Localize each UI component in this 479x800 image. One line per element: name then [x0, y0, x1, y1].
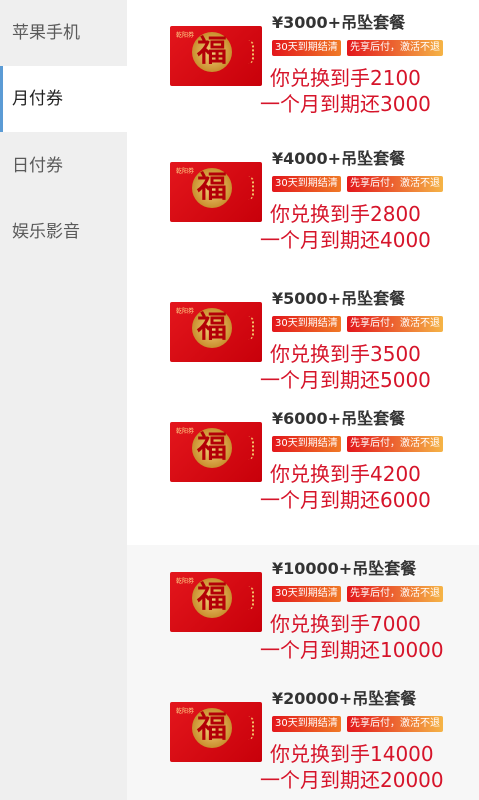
product-title: ¥4000+吊坠套餐 [272, 149, 406, 168]
pay-later-badge: 先享后付，激活不退 [347, 436, 443, 452]
sidebar-item-monthly-coupon[interactable]: 月付券 [0, 66, 127, 132]
pay-later-badge: 先享后付，激活不退 [347, 586, 443, 602]
product-card[interactable]: 乾阳券 福 ¥3000+吊坠套餐 30天到期结清 先享后付，激活不退 你兑换到手… [127, 4, 479, 134]
sidebar-item-apple-phone[interactable]: 苹果手机 [0, 0, 127, 66]
thumbnail-brand: 乾阳券 [176, 32, 195, 39]
sidebar-item-entertainment[interactable]: 娱乐影音 [0, 199, 127, 265]
fu-icon: 福 [192, 708, 232, 748]
redeem-amount-text: 你兑换到手4200 [270, 462, 421, 486]
sparkle-icon [238, 716, 254, 740]
thumbnail-brand: 乾阳券 [176, 428, 195, 435]
repay-amount-text: 一个月到期还20000 [260, 768, 444, 792]
pay-later-badge: 先享后付，激活不退 [347, 716, 443, 732]
pay-later-badge: 先享后付，激活不退 [347, 176, 443, 192]
thumbnail-brand: 乾阳券 [176, 708, 195, 715]
term-badge: 30天到期结清 [272, 436, 341, 452]
thumbnail-brand: 乾阳券 [176, 168, 195, 175]
product-title: ¥20000+吊坠套餐 [272, 689, 417, 708]
product-title: ¥5000+吊坠套餐 [272, 289, 406, 308]
sparkle-icon [238, 40, 254, 64]
sparkle-icon [238, 316, 254, 340]
fu-icon: 福 [192, 168, 232, 208]
repay-amount-text: 一个月到期还5000 [260, 368, 431, 392]
sparkle-icon [238, 176, 254, 200]
pay-later-badge: 先享后付，激活不退 [347, 40, 443, 56]
repay-amount-text: 一个月到期还10000 [260, 638, 444, 662]
product-card[interactable]: 乾阳券 福 ¥4000+吊坠套餐 30天到期结清 先享后付，激活不退 你兑换到手… [127, 140, 479, 270]
product-card[interactable]: 乾阳券 福 ¥10000+吊坠套餐 30天到期结清 先享后付，激活不退 你兑换到… [127, 550, 479, 680]
sparkle-icon [238, 586, 254, 610]
product-title: ¥10000+吊坠套餐 [272, 559, 417, 578]
sidebar-item-label: 月付券 [12, 89, 63, 109]
product-card[interactable]: 乾阳券 福 ¥6000+吊坠套餐 30天到期结清 先享后付，激活不退 你兑换到手… [127, 400, 479, 530]
fu-icon: 福 [192, 308, 232, 348]
repay-amount-text: 一个月到期还4000 [260, 228, 431, 252]
sidebar-item-daily-coupon[interactable]: 日付券 [0, 133, 127, 199]
product-thumbnail[interactable]: 乾阳券 福 [170, 302, 262, 362]
redeem-amount-text: 你兑换到手7000 [270, 612, 421, 636]
fu-icon: 福 [192, 428, 232, 468]
sidebar-item-label: 娱乐影音 [12, 222, 80, 242]
product-title: ¥6000+吊坠套餐 [272, 409, 406, 428]
product-title: ¥3000+吊坠套餐 [272, 13, 406, 32]
redeem-amount-text: 你兑换到手2100 [270, 66, 421, 90]
term-badge: 30天到期结清 [272, 40, 341, 56]
term-badge: 30天到期结清 [272, 716, 341, 732]
repay-amount-text: 一个月到期还6000 [260, 488, 431, 512]
product-card[interactable]: 乾阳券 福 ¥20000+吊坠套餐 30天到期结清 先享后付，激活不退 你兑换到… [127, 680, 479, 800]
sparkle-icon [238, 436, 254, 460]
sidebar-item-label: 苹果手机 [12, 23, 80, 43]
term-badge: 30天到期结清 [272, 586, 341, 602]
thumbnail-brand: 乾阳券 [176, 578, 195, 585]
category-sidebar: 苹果手机 月付券 日付券 娱乐影音 [0, 0, 127, 545]
product-card[interactable]: 乾阳券 福 ¥5000+吊坠套餐 30天到期结清 先享后付，激活不退 你兑换到手… [127, 280, 479, 410]
fu-icon: 福 [192, 578, 232, 618]
fu-icon: 福 [192, 32, 232, 72]
product-thumbnail[interactable]: 乾阳券 福 [170, 702, 262, 762]
product-thumbnail[interactable]: 乾阳券 福 [170, 26, 262, 86]
redeem-amount-text: 你兑换到手2800 [270, 202, 421, 226]
sidebar-lower-panel [0, 545, 127, 800]
thumbnail-brand: 乾阳券 [176, 308, 195, 315]
product-thumbnail[interactable]: 乾阳券 福 [170, 572, 262, 632]
term-badge: 30天到期结清 [272, 176, 341, 192]
product-thumbnail[interactable]: 乾阳券 福 [170, 162, 262, 222]
product-thumbnail[interactable]: 乾阳券 福 [170, 422, 262, 482]
sidebar-item-label: 日付券 [12, 156, 63, 176]
repay-amount-text: 一个月到期还3000 [260, 92, 431, 116]
term-badge: 30天到期结清 [272, 316, 341, 332]
redeem-amount-text: 你兑换到手14000 [270, 742, 434, 766]
pay-later-badge: 先享后付，激活不退 [347, 316, 443, 332]
redeem-amount-text: 你兑换到手3500 [270, 342, 421, 366]
